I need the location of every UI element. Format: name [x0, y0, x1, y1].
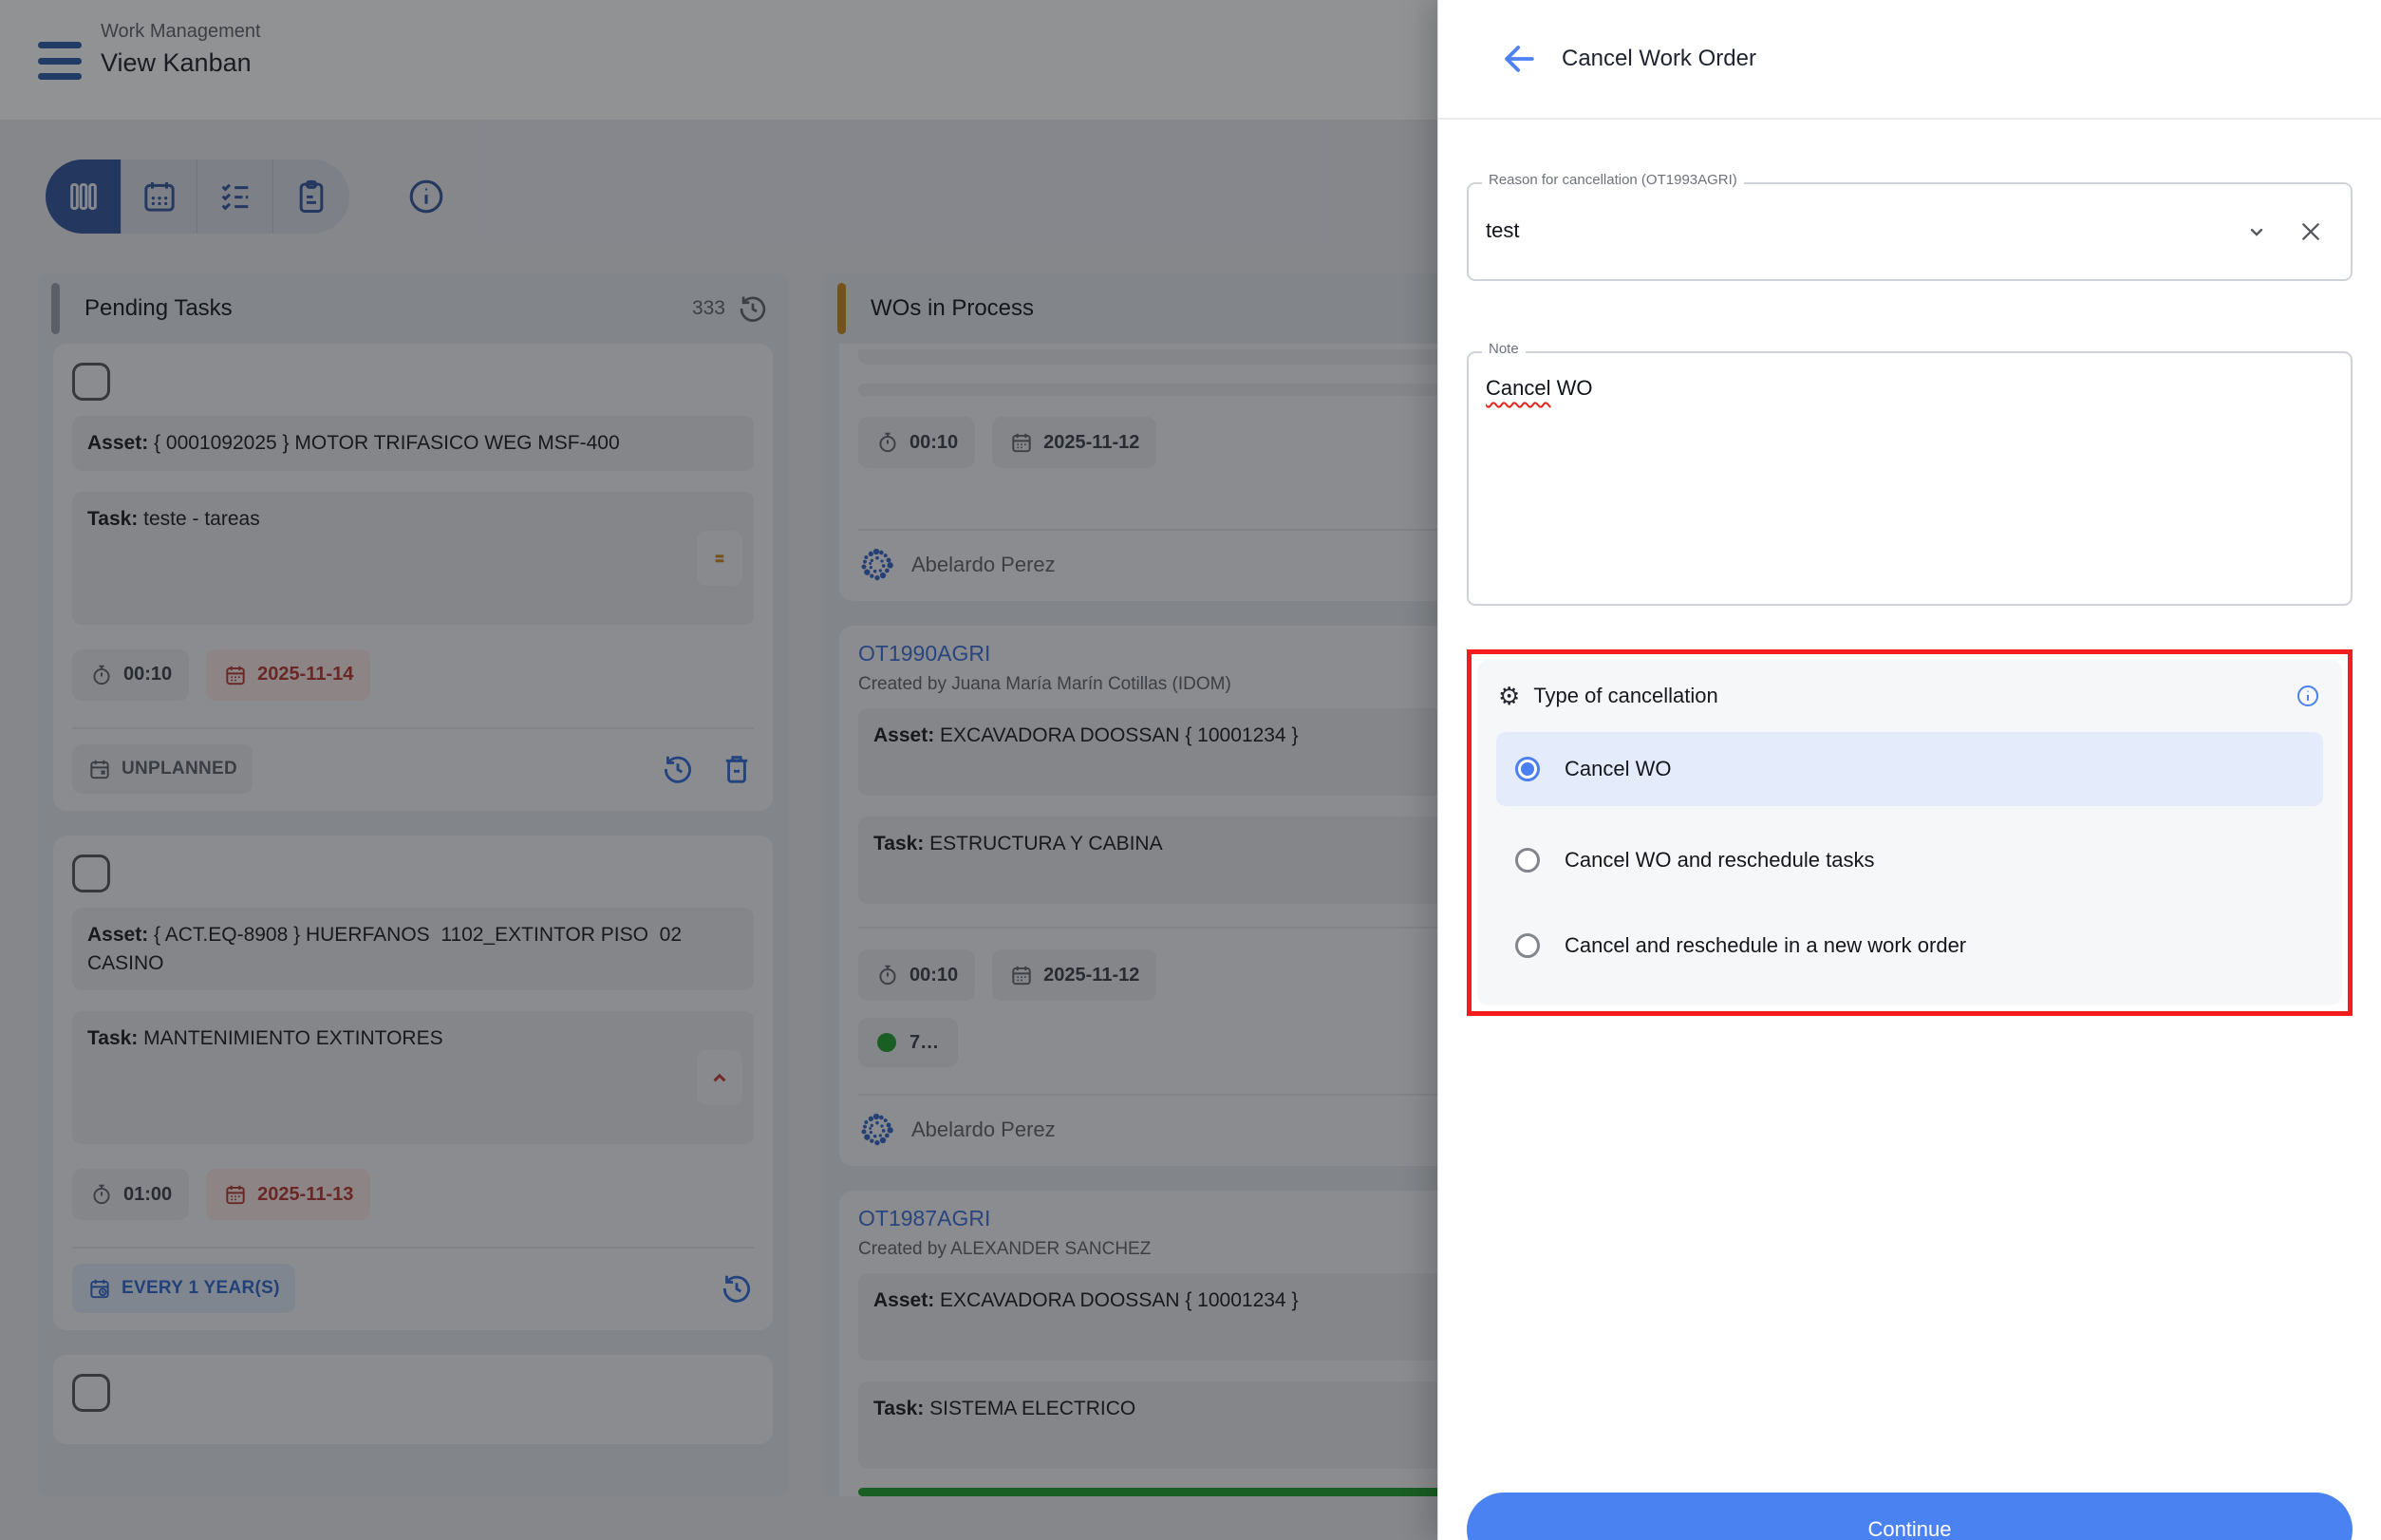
- cancellation-type-section: ⚙ Type of cancellation Cancel WO Cancel …: [1477, 660, 2342, 1005]
- note-word-misspelled: Cancel: [1486, 376, 1550, 400]
- radio-option-cancel-reschedule-tasks[interactable]: Cancel WO and reschedule tasks: [1496, 829, 2323, 892]
- radio-option-label: Cancel WO: [1565, 757, 1671, 781]
- note-word-rest: WO: [1550, 376, 1592, 400]
- radio-option-cancel-wo[interactable]: Cancel WO: [1496, 732, 2323, 806]
- radio-option-label: Cancel WO and reschedule tasks: [1565, 848, 1875, 873]
- reason-select-field[interactable]: Reason for cancellation (OT1993AGRI) tes…: [1467, 182, 2353, 281]
- cancellation-type-title: Type of cancellation: [1533, 684, 1717, 708]
- modal-dim-overlay: [0, 0, 1437, 1540]
- screen: Work Management View Kanban Pending: [0, 0, 2381, 1540]
- radio-option-cancel-reschedule-new-wo[interactable]: Cancel and reschedule in a new work orde…: [1496, 914, 2323, 977]
- panel-title: Cancel Work Order: [1562, 46, 1756, 72]
- annotation-red-box: ⚙ Type of cancellation Cancel WO Cancel …: [1467, 649, 2353, 1016]
- reason-field-label: Reason for cancellation (OT1993AGRI): [1482, 172, 1744, 188]
- gear-icon: ⚙: [1498, 684, 1520, 708]
- note-field-label: Note: [1482, 341, 1526, 357]
- panel-body: Reason for cancellation (OT1993AGRI) tes…: [1438, 182, 2381, 1540]
- radio-unselected-icon[interactable]: [1515, 933, 1540, 958]
- panel-header: Cancel Work Order: [1438, 0, 2381, 120]
- radio-unselected-icon[interactable]: [1515, 848, 1540, 873]
- arrow-left-icon: [1498, 38, 1540, 80]
- clear-reason-icon[interactable]: [2296, 216, 2326, 247]
- type-info-icon[interactable]: [2295, 683, 2321, 709]
- note-field-value: Cancel WO: [1486, 376, 1592, 401]
- chevron-down-icon[interactable]: [2242, 217, 2271, 246]
- continue-button[interactable]: Continue: [1467, 1493, 2353, 1540]
- radio-selected-icon[interactable]: [1515, 757, 1540, 781]
- cancel-work-order-panel: Cancel Work Order Reason for cancellatio…: [1437, 0, 2381, 1540]
- back-button[interactable]: [1497, 37, 1541, 81]
- radio-option-label: Cancel and reschedule in a new work orde…: [1565, 933, 1966, 958]
- reason-field-value: test: [1486, 218, 1519, 243]
- note-field[interactable]: Note Cancel WO: [1467, 351, 2353, 606]
